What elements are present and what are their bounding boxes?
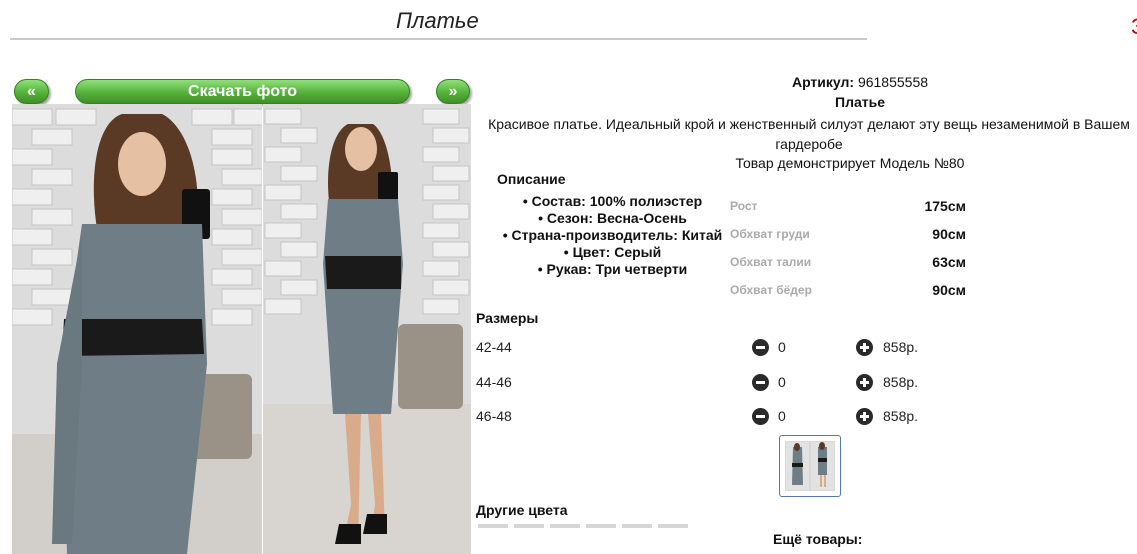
quantity-value: 0 (778, 374, 786, 390)
article-number: 961855558 (857, 74, 929, 90)
measurement-label: Обхват бёдер (730, 283, 812, 297)
description-item: Сезон: Весна-Осень (490, 210, 735, 227)
product-description: Красивое платье. Идеальный крой и женств… (488, 116, 1130, 152)
product-photo-front[interactable] (12, 104, 262, 554)
size-label: 46-48 (476, 408, 512, 424)
decrease-quantity-button[interactable] (752, 408, 769, 425)
product-photo-full[interactable] (263, 104, 471, 554)
download-photo-button[interactable]: Скачать фото (75, 79, 410, 104)
article-line: Артикул: 961855558 (720, 74, 1000, 90)
page-title: Платье (396, 8, 479, 33)
description-item: Состав: 100% полиэстер (490, 193, 735, 210)
description-item: Цвет: Серый (490, 244, 735, 261)
measurement-value: 90см (932, 282, 966, 298)
measurement-value: 63см (932, 254, 966, 270)
description-list: Состав: 100% полиэстер Сезон: Весна-Осен… (490, 193, 735, 278)
size-price: 858р. (883, 339, 919, 355)
description-item: Страна-производитель: Китай (490, 227, 735, 244)
other-colors-swatches[interactable] (478, 524, 690, 528)
size-price: 858р. (883, 408, 919, 424)
size-row: 46-48 0 858р. (476, 408, 936, 428)
measurement-value: 175см (924, 198, 966, 214)
quantity-value: 0 (778, 408, 786, 424)
measurement-label: Обхват талии (730, 255, 812, 269)
product-thumbnail[interactable] (779, 435, 841, 497)
increase-quantity-button[interactable] (856, 339, 873, 356)
article-label: Артикул: (791, 74, 855, 90)
decrease-quantity-button[interactable] (752, 374, 769, 391)
description-heading: Описание (497, 171, 566, 187)
decrease-quantity-button[interactable] (752, 339, 769, 356)
increase-quantity-button[interactable] (856, 408, 873, 425)
size-label: 44-46 (476, 374, 512, 390)
size-price: 858р. (883, 374, 919, 390)
product-name: Платье (835, 94, 885, 110)
increase-quantity-button[interactable] (856, 374, 873, 391)
quantity-value: 0 (778, 339, 786, 355)
size-row: 44-46 0 858р. (476, 374, 936, 394)
sizes-heading: Размеры (476, 310, 539, 326)
title-divider (10, 38, 867, 40)
cut-off-heading-fragment: З (1131, 14, 1137, 40)
other-colors-heading: Другие цвета (476, 502, 568, 518)
measurement-label: Обхват груди (730, 227, 810, 241)
next-photo-button[interactable]: » (436, 79, 470, 104)
measurement-label: Рост (730, 199, 758, 213)
model-note: Товар демонстрирует Модель №80 (735, 155, 965, 171)
description-item: Рукав: Три четверти (490, 261, 735, 278)
measurement-value: 90см (932, 226, 966, 242)
more-products-heading: Ещё товары: (773, 531, 863, 547)
size-row: 42-44 0 858р. (476, 339, 936, 359)
prev-photo-button[interactable]: « (14, 79, 49, 104)
size-label: 42-44 (476, 339, 512, 355)
